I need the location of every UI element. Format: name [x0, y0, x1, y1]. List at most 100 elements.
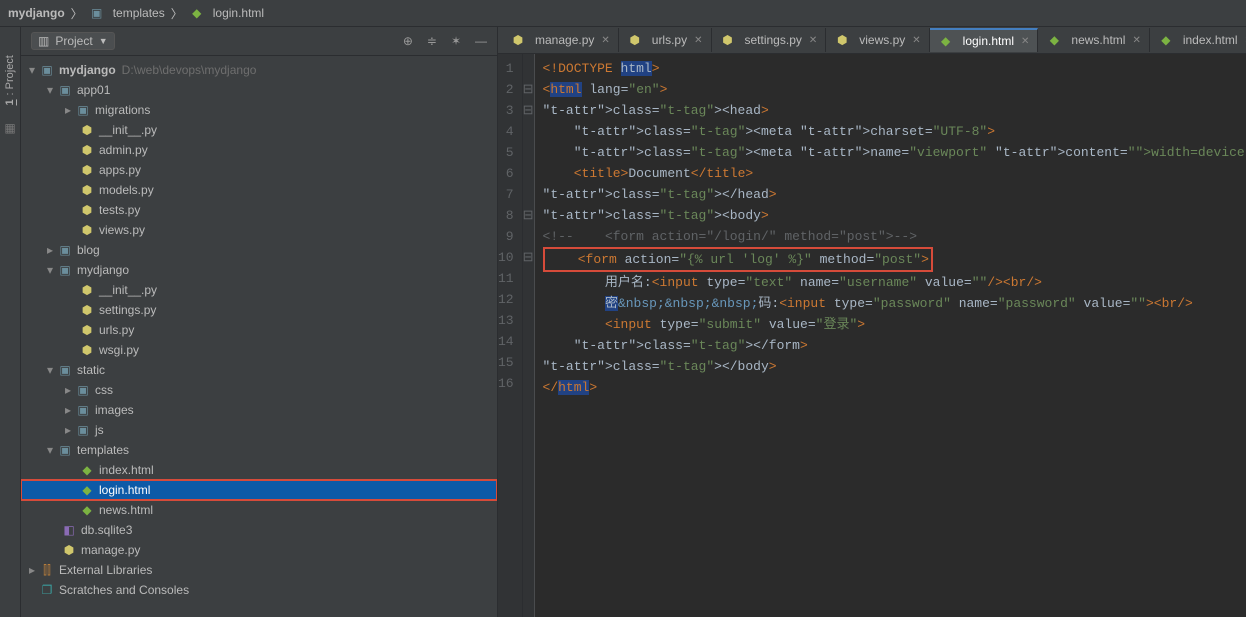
crumb-root[interactable]: mydjango: [8, 6, 65, 20]
python-file-icon: ⬢: [79, 182, 95, 198]
tree-ext-lib[interactable]: ▸⫿⫿External Libraries: [21, 560, 497, 580]
project-tool-tab[interactable]: 1: Project: [4, 55, 16, 105]
editor-tab-news-html[interactable]: ◆news.html✕: [1038, 28, 1149, 52]
tree-wsgi[interactable]: ⬢wsgi.py: [21, 340, 497, 360]
tree-admin[interactable]: ⬢admin.py: [21, 140, 497, 160]
tree-settings[interactable]: ⬢settings.py: [21, 300, 497, 320]
tree-migrations[interactable]: ▸▣migrations: [21, 100, 497, 120]
python-file-icon: ⬢: [79, 322, 95, 338]
crumb-file[interactable]: ◆login.html: [189, 5, 264, 21]
project-pane: ▥ Project ▼ ⊕ ≑ ✶ — ▾▣mydjangoD:\web\dev…: [21, 27, 498, 617]
html-file-icon: ◆: [938, 33, 954, 49]
editor-tab-index-html[interactable]: ◆index.html✕: [1150, 28, 1246, 52]
tree-js[interactable]: ▸▣js: [21, 420, 497, 440]
tree-css[interactable]: ▸▣css: [21, 380, 497, 400]
tab-label: index.html: [1183, 33, 1238, 47]
line-gutter[interactable]: 12345678910111213141516: [498, 54, 523, 617]
libraries-icon: ⫿⫿: [39, 562, 55, 578]
python-file-icon: ⬢: [834, 32, 850, 48]
collapse-all-icon[interactable]: ≑: [427, 34, 437, 48]
editor-tab-views-py[interactable]: ⬢ views.py ✕: [826, 28, 929, 52]
tree-static[interactable]: ▾▣static: [21, 360, 497, 380]
close-icon[interactable]: ✕: [912, 35, 920, 46]
fold-column[interactable]: ⊟⊟ ⊟ ⊟: [523, 54, 535, 617]
editor-tabs: ⬢ manage.py ✕ ⬢ urls.py ✕ ⬢ settings.py ✕ ⬢ views.…: [498, 27, 1246, 54]
project-view-selector[interactable]: ▥ Project ▼: [31, 32, 115, 50]
tool-window-rail: 1: Project ▦: [0, 27, 21, 617]
tree-db[interactable]: ◧db.sqlite3: [21, 520, 497, 540]
folder-icon: ▣: [39, 62, 55, 78]
breadcrumb: mydjango 〉 ▣templates 〉 ◆login.html: [0, 0, 1246, 27]
html-file-icon: ◆: [1046, 32, 1062, 48]
close-icon[interactable]: ✕: [1021, 36, 1029, 47]
tree-images[interactable]: ▸▣images: [21, 400, 497, 420]
chevron-down-icon: ▼: [99, 36, 108, 46]
crumb-templates[interactable]: ▣templates: [89, 5, 165, 21]
tree-news[interactable]: ◆news.html: [21, 500, 497, 520]
tree-app01[interactable]: ▾▣app01: [21, 80, 497, 100]
python-file-icon: ⬢: [79, 162, 95, 178]
html-file-icon: ◆: [79, 482, 95, 498]
close-icon[interactable]: ✕: [601, 35, 609, 46]
project-pane-header: ▥ Project ▼ ⊕ ≑ ✶ —: [21, 27, 497, 56]
chevron-right-icon: 〉: [71, 5, 83, 22]
html-file-icon: ◆: [79, 462, 95, 478]
tree-init[interactable]: ⬢__init__.py: [21, 120, 497, 140]
folder-icon: ▣: [57, 442, 73, 458]
tree-scratches[interactable]: ❐Scratches and Consoles: [21, 580, 497, 600]
tree-mydjango[interactable]: ▾▣mydjango: [21, 260, 497, 280]
editor-tab-urls-py[interactable]: ⬢ urls.py ✕: [619, 28, 712, 52]
python-file-icon: ⬢: [720, 32, 736, 48]
gear-icon[interactable]: ✶: [451, 34, 461, 48]
folder-icon: ▣: [75, 402, 91, 418]
project-tree[interactable]: ▾▣mydjangoD:\web\devops\mydjango ▾▣app01…: [21, 56, 497, 617]
python-file-icon: ⬢: [79, 282, 95, 298]
folder-icon: ▣: [57, 362, 73, 378]
editor: ⬢ manage.py ✕ ⬢ urls.py ✕ ⬢ settings.py ✕ ⬢ views.…: [498, 27, 1246, 617]
chevron-right-icon: 〉: [171, 5, 183, 22]
python-file-icon: ⬢: [627, 32, 643, 48]
tree-models[interactable]: ⬢models.py: [21, 180, 497, 200]
tree-manage[interactable]: ⬢manage.py: [21, 540, 497, 560]
tree-tests[interactable]: ⬢tests.py: [21, 200, 497, 220]
editor-tab-manage-py[interactable]: ⬢ manage.py ✕: [502, 28, 619, 52]
close-icon[interactable]: ✕: [694, 35, 702, 46]
tree-apps[interactable]: ⬢apps.py: [21, 160, 497, 180]
python-file-icon: ⬢: [61, 542, 77, 558]
html-file-icon: ◆: [79, 502, 95, 518]
close-icon[interactable]: ✕: [1132, 35, 1140, 46]
code-content[interactable]: <!DOCTYPE html><html lang="en">"t-attr">…: [535, 54, 1246, 617]
python-file-icon: ⬢: [79, 142, 95, 158]
tab-label: urls.py: [652, 33, 687, 47]
tree-login[interactable]: ◆login.html: [21, 480, 497, 500]
tab-label: manage.py: [535, 33, 594, 47]
tree-init2[interactable]: ⬢__init__.py: [21, 280, 497, 300]
folder-icon: ▣: [57, 262, 73, 278]
tree-urls[interactable]: ⬢urls.py: [21, 320, 497, 340]
editor-tab-settings-py[interactable]: ⬢ settings.py ✕: [712, 28, 827, 52]
hide-icon[interactable]: —: [475, 34, 487, 48]
tree-blog[interactable]: ▸▣blog: [21, 240, 497, 260]
folder-icon: ▣: [57, 82, 73, 98]
tab-label: views.py: [859, 33, 905, 47]
python-file-icon: ⬢: [79, 202, 95, 218]
tree-root[interactable]: ▾▣mydjangoD:\web\devops\mydjango: [21, 60, 497, 80]
tab-label: login.html: [963, 34, 1014, 48]
folder-icon: ▣: [75, 422, 91, 438]
tree-index[interactable]: ◆index.html: [21, 460, 497, 480]
tree-views[interactable]: ⬢views.py: [21, 220, 497, 240]
python-file-icon: ⬢: [79, 222, 95, 238]
python-file-icon: ⬢: [79, 342, 95, 358]
html-file-icon: ◆: [1158, 32, 1174, 48]
close-icon[interactable]: ✕: [809, 35, 817, 46]
locate-icon[interactable]: ⊕: [403, 34, 413, 48]
db-file-icon: ◧: [61, 522, 77, 538]
folder-icon: ▣: [75, 382, 91, 398]
structure-tool-tab[interactable]: ▦: [4, 121, 15, 135]
python-file-icon: ⬢: [510, 32, 526, 48]
tree-templates[interactable]: ▾▣templates: [21, 440, 497, 460]
editor-tab-login-html[interactable]: ◆ login.html ✕: [930, 28, 1039, 52]
tab-label: settings.py: [745, 33, 802, 47]
code-area[interactable]: 12345678910111213141516 ⊟⊟ ⊟ ⊟ <!DOCTYPE…: [498, 54, 1246, 617]
scratches-icon: ❐: [39, 582, 55, 598]
